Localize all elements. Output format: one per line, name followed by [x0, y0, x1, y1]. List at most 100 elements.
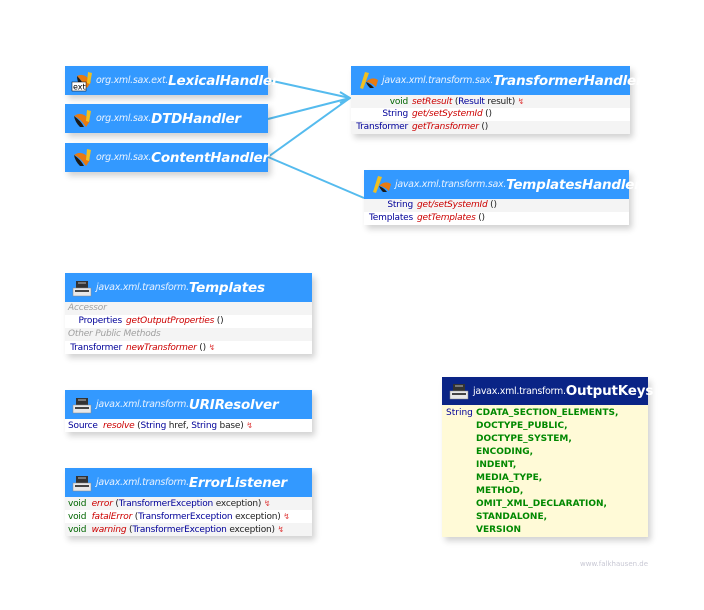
param-name: exception)	[213, 499, 262, 509]
member-list: Source resolve (String href, String base…	[65, 419, 312, 432]
printer-icon	[71, 394, 93, 416]
constant-item[interactable]: ENCODING,	[446, 446, 644, 459]
method-name: getOutputProperties	[126, 316, 215, 326]
param-name: base)	[216, 421, 244, 431]
package-name: javax.xml.transform.	[96, 399, 189, 410]
package-name: org.xml.sax.	[96, 113, 152, 124]
member-row[interactable]: void setResult (Result result) ↯	[351, 95, 630, 108]
connector-content-to-templateshandler	[267, 156, 365, 199]
package-name: org.xml.sax.	[96, 152, 152, 163]
member-row[interactable]: void error (TransformerException excepti…	[65, 497, 312, 510]
member-row[interactable]: Properties getOutputProperties ()	[65, 315, 312, 328]
method-name: warning	[91, 525, 127, 535]
templates-box[interactable]: javax.xml.transform. Templates Accessor P…	[65, 273, 312, 354]
constant-list: String CDATA_SECTION_ELEMENTS, DOCTYPE_P…	[442, 405, 648, 539]
printer-icon	[71, 472, 93, 494]
constant-item[interactable]: DOCTYPE_PUBLIC,	[446, 420, 644, 433]
throws-icon: ↯	[517, 97, 525, 106]
constant-item[interactable]: DOCTYPE_SYSTEM,	[446, 433, 644, 446]
member-row[interactable]: Transformer newTransformer () ↯	[65, 341, 312, 354]
dtdhandler-box[interactable]: org.xml.sax. DTDHandler	[65, 104, 268, 133]
param-type: TransformerException	[132, 525, 227, 535]
member-row[interactable]: void warning (TransformerException excep…	[65, 523, 312, 536]
param-name: exception)	[226, 525, 275, 535]
package-name: javax.xml.transform.	[96, 282, 189, 293]
connector-content-to-transformerhandler	[267, 97, 351, 158]
return-type: Properties	[78, 316, 123, 326]
package-name: org.xml.sax.ext.	[96, 75, 169, 86]
interface-name: ContentHandler	[151, 149, 269, 166]
member-row[interactable]: Source resolve (String href, String base…	[65, 419, 312, 432]
contenthandler-box[interactable]: org.xml.sax. ContentHandler	[65, 143, 269, 172]
interface-name: TemplatesHandler	[506, 176, 641, 193]
param-type: Result	[458, 97, 485, 107]
param-type: TransformerException	[138, 512, 233, 522]
uriresolver-box[interactable]: javax.xml.transform. URIResolver Source r…	[65, 390, 312, 432]
param-name: href,	[166, 421, 192, 431]
constant-item[interactable]: METHOD,	[446, 485, 644, 498]
throws-icon: ↯	[277, 525, 285, 534]
return-type: void	[68, 512, 87, 522]
return-type: void	[68, 525, 87, 535]
method-name: getTemplates	[417, 213, 476, 223]
svg-text:ext: ext	[73, 82, 86, 91]
return-type: Transformer	[356, 122, 408, 132]
package-name: javax.xml.transform.	[96, 477, 189, 488]
errorlistener-box[interactable]: javax.xml.transform. ErrorListener void e…	[65, 468, 312, 536]
interface-name: URIResolver	[188, 396, 279, 413]
watermark[interactable]: www.falkhausen.de	[580, 560, 648, 568]
outputkeys-box[interactable]: javax.xml.transform. OutputKeys String CD…	[442, 377, 653, 539]
interface-icon	[357, 70, 379, 92]
constant-item[interactable]: INDENT,	[446, 459, 644, 472]
connector-dtd-to-transformerhandler	[267, 97, 351, 120]
package-name: javax.xml.transform.sax.	[382, 75, 494, 86]
package-name: javax.xml.transform.	[473, 385, 566, 397]
throws-icon: ↯	[263, 499, 271, 508]
param-name: result)	[484, 97, 515, 107]
section-label: Accessor	[65, 302, 312, 315]
class-name: OutputKeys	[565, 383, 654, 399]
param-type: String	[191, 421, 217, 431]
interface-name: TransformerHandler	[493, 72, 643, 89]
constant-item[interactable]: STANDALONE,	[446, 511, 644, 524]
member-row[interactable]: String get/setSystemId ()	[364, 199, 629, 212]
printer-icon	[448, 380, 470, 402]
lexicalhandler-box[interactable]: ext org.xml.sax.ext. LexicalHandler	[65, 66, 279, 95]
param-name: exception)	[232, 512, 281, 522]
constant-item[interactable]: MEDIA_TYPE,	[446, 472, 644, 485]
return-type: String	[382, 109, 408, 119]
connector-lexical-to-transformerhandler	[267, 79, 351, 99]
method-name: resolve	[103, 421, 135, 431]
constant-item[interactable]: CDATA_SECTION_ELEMENTS,	[446, 407, 644, 420]
member-list: String get/setSystemId () Templates getTem…	[364, 199, 629, 225]
constant-item[interactable]: OMIT_XML_DECLARATION,	[446, 498, 644, 511]
interface-name: ErrorListener	[188, 474, 288, 491]
templateshandler-box[interactable]: javax.xml.transform.sax. TemplatesHandler…	[364, 170, 641, 225]
constant-item[interactable]: VERSION	[446, 524, 644, 537]
throws-icon: ↯	[283, 512, 290, 521]
interface-icon	[71, 147, 93, 169]
member-row[interactable]: void fatalError (TransformerException ex…	[65, 510, 312, 523]
member-row[interactable]: Templates getTemplates ()	[364, 212, 629, 225]
transformerhandler-box[interactable]: javax.xml.transform.sax. TransformerHandl…	[351, 66, 643, 134]
interface-icon	[71, 108, 93, 130]
printer-icon	[71, 277, 93, 299]
method-name: get/setSystemId	[417, 200, 488, 210]
method-name: getTransformer	[412, 122, 479, 132]
return-type: void	[68, 499, 87, 509]
constant-type: String	[446, 408, 473, 418]
param-type: String	[140, 421, 167, 431]
method-name: get/setSystemId	[412, 109, 483, 119]
method-name: newTransformer	[126, 343, 197, 353]
interface-name: LexicalHandler	[168, 72, 279, 89]
return-type: Source	[68, 421, 98, 431]
param-type: TransformerException	[118, 499, 214, 509]
interface-name: Templates	[188, 279, 265, 296]
throws-icon: ↯	[246, 421, 253, 430]
interface-name: DTDHandler	[151, 110, 241, 127]
member-row[interactable]: String get/setSystemId ()	[351, 108, 630, 121]
return-type: String	[387, 200, 413, 210]
member-row[interactable]: Transformer getTransformer ()	[351, 121, 630, 134]
package-name: javax.xml.transform.sax.	[395, 179, 507, 190]
section-label: Other Public Methods	[65, 328, 312, 341]
